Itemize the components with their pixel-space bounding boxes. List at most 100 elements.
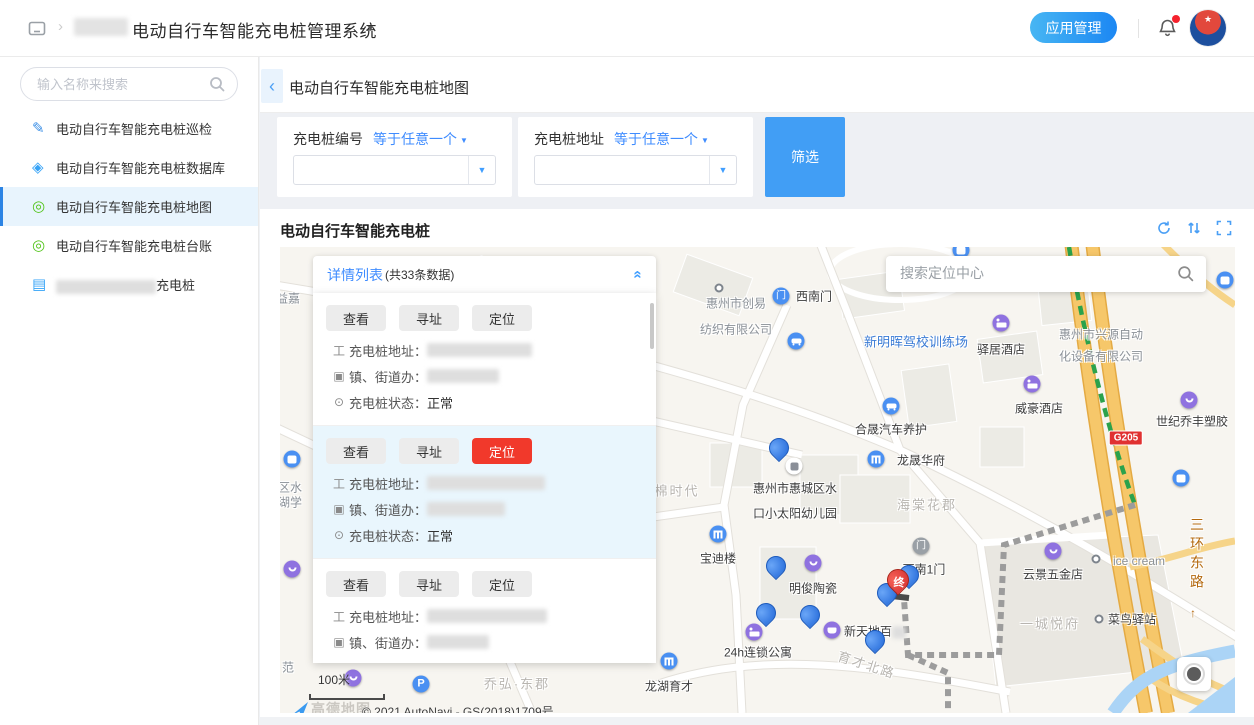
map-panel: 电动自行车智能充电桩 bbox=[260, 209, 1254, 717]
amap-logo: 高德地图 bbox=[292, 699, 371, 713]
avatar[interactable]: ★ bbox=[1190, 10, 1226, 46]
chevron-down-icon: ▼ bbox=[460, 136, 468, 145]
address-icon: 工 bbox=[331, 475, 347, 492]
panel-toolbar bbox=[1156, 220, 1232, 236]
chevron-left-icon: ‹ bbox=[269, 76, 275, 97]
map-label: ice cream bbox=[1113, 554, 1165, 568]
app-manage-button[interactable]: 应用管理 bbox=[1030, 12, 1117, 43]
filter-card-0: 充电桩编号等于任意一个▼▼ bbox=[277, 117, 512, 197]
map-poi-smile-icon bbox=[1181, 392, 1198, 409]
map-poi-dot-icon bbox=[1092, 555, 1101, 564]
detail-list-count: (共33条数据) bbox=[385, 266, 454, 283]
redacted-text bbox=[56, 280, 156, 294]
map-poi-car-icon bbox=[883, 398, 900, 415]
sidebar-menu: ✎电动自行车智能充电桩巡检◈电动自行车智能充电桩数据库◎电动自行车智能充电桩地图… bbox=[0, 109, 258, 304]
map-label: 乔弘·东郡 bbox=[484, 674, 550, 693]
bell-icon[interactable] bbox=[1157, 17, 1179, 39]
collapse-icon[interactable]: « bbox=[630, 270, 645, 278]
map[interactable]: 门门P益嘉惠州市创易纺织有限公司西南门新明晖驾校训练场驿居酒店惠州市兴源自动化设… bbox=[280, 247, 1235, 713]
item-button[interactable]: 查看 bbox=[326, 438, 386, 464]
sidebar: ✎电动自行车智能充电桩巡检◈电动自行车智能充电桩数据库◎电动自行车智能充电桩地图… bbox=[0, 57, 259, 725]
map-label: 云景五金店 bbox=[1023, 566, 1083, 583]
chevron-down-icon[interactable]: ▼ bbox=[468, 156, 495, 184]
item-button[interactable]: 查看 bbox=[326, 571, 386, 597]
row-label: 充电桩状态： bbox=[349, 393, 427, 412]
detail-list-panel: 详情列表 (共33条数据) « 查看寻址定位工充电桩地址：▣镇、街道办：⊙充电桩… bbox=[313, 256, 656, 663]
refresh-icon[interactable] bbox=[1156, 220, 1172, 236]
detail-row: 工充电桩地址： bbox=[326, 603, 656, 629]
row-value: 正常 bbox=[427, 393, 453, 412]
chevron-down-icon[interactable]: ▼ bbox=[366, 23, 375, 33]
map-label: 湖学 bbox=[280, 494, 302, 511]
map-panel-header: 电动自行车智能充电桩 bbox=[260, 209, 1254, 247]
top-bar: › 电动自行车智能充电桩管理系统 ▼ 应用管理 ★ bbox=[0, 0, 1254, 57]
filter-submit-button[interactable]: 筛选 bbox=[765, 117, 845, 197]
back-button[interactable]: ‹ bbox=[261, 69, 283, 103]
row-label: 镇、街道办： bbox=[349, 500, 427, 519]
sidebar-item-1[interactable]: ◈电动自行车智能充电桩数据库 bbox=[0, 148, 258, 187]
redacted-text bbox=[892, 626, 906, 638]
map-poi-bag-icon bbox=[786, 458, 803, 475]
item-button[interactable]: 寻址 bbox=[399, 438, 459, 464]
item-button[interactable]: 寻址 bbox=[399, 305, 459, 331]
row-label: 充电桩地址： bbox=[349, 341, 427, 360]
item-button[interactable]: 寻址 bbox=[399, 571, 459, 597]
chevron-down-icon[interactable]: ▼ bbox=[709, 156, 736, 184]
sort-icon[interactable] bbox=[1186, 220, 1202, 236]
map-poi-dot-icon bbox=[1095, 615, 1104, 624]
sidebar-item-label: 充电桩 bbox=[56, 275, 195, 294]
search-icon[interactable] bbox=[209, 76, 225, 97]
redacted-value bbox=[427, 609, 547, 623]
map-label: 宝迪楼 bbox=[700, 550, 736, 567]
map-poi-car-icon bbox=[788, 333, 805, 350]
map-label: 新明晖驾校训练场 bbox=[864, 332, 968, 351]
filter-operator-dropdown[interactable]: 等于任意一个▼ bbox=[373, 131, 468, 147]
map-label: 三环东路 bbox=[1187, 517, 1207, 593]
locate-button[interactable] bbox=[1177, 657, 1211, 691]
scrollbar-thumb[interactable] bbox=[650, 303, 654, 349]
detail-row: ▣镇、街道办： bbox=[326, 496, 656, 522]
redacted-value bbox=[427, 369, 499, 383]
item-button[interactable]: 查看 bbox=[326, 305, 386, 331]
detail-item-0: 查看寻址定位工充电桩地址：▣镇、街道办：⊙充电桩状态：正常 bbox=[313, 293, 656, 425]
search-icon[interactable] bbox=[1177, 265, 1194, 287]
map-label: 海棠花郡 bbox=[897, 495, 957, 514]
filter-label: 充电桩编号 bbox=[293, 131, 363, 147]
sidebar-item-2[interactable]: ◎电动自行车智能充电桩地图 bbox=[0, 187, 258, 226]
sidebar-item-0[interactable]: ✎电动自行车智能充电桩巡检 bbox=[0, 109, 258, 148]
map-poi-smile-icon bbox=[284, 561, 301, 578]
filter-operator-dropdown[interactable]: 等于任意一个▼ bbox=[614, 131, 709, 147]
map-label: 威豪酒店 bbox=[1015, 400, 1063, 417]
map-poi-p-icon: P bbox=[413, 676, 430, 693]
sidebar-item-4[interactable]: ▤充电桩 bbox=[0, 265, 258, 304]
breadcrumb-chevron: › bbox=[58, 18, 63, 35]
filter-value-combobox[interactable]: ▼ bbox=[293, 155, 496, 185]
redacted-logo bbox=[74, 18, 128, 36]
sidebar-item-label: 电动自行车智能充电桩巡检 bbox=[56, 119, 212, 138]
filter-value-combobox[interactable]: ▼ bbox=[534, 155, 737, 185]
map-scale-text: 100米 bbox=[318, 671, 350, 688]
detail-list-title: 详情列表 bbox=[327, 265, 383, 285]
row-label: 镇、街道办： bbox=[349, 367, 427, 386]
item-button[interactable]: 定位 bbox=[472, 571, 532, 597]
sidebar-item-3[interactable]: ◎电动自行车智能充电桩台账 bbox=[0, 226, 258, 265]
map-poi-cart-icon bbox=[824, 622, 841, 639]
chevron-down-icon: ▼ bbox=[701, 136, 709, 145]
address-icon: 工 bbox=[331, 342, 347, 359]
map-label: 棉时代 bbox=[654, 481, 699, 500]
map-poi-hotel-icon bbox=[746, 624, 763, 641]
map-label: 惠州市创易 bbox=[706, 295, 766, 312]
item-button[interactable]: 定位 bbox=[472, 305, 532, 331]
road-shield-g205: G205 bbox=[1109, 431, 1143, 446]
filter-bar: 充电桩编号等于任意一个▼▼充电桩地址等于任意一个▼▼ 筛选 bbox=[260, 113, 1254, 209]
detail-row: 工充电桩地址： bbox=[326, 337, 656, 363]
map-label: 菜鸟驿站 bbox=[1108, 611, 1156, 628]
window-icon[interactable] bbox=[28, 20, 46, 43]
sidebar-search-input[interactable] bbox=[37, 68, 205, 100]
item-button[interactable]: 定位 bbox=[472, 438, 532, 464]
fullscreen-icon[interactable] bbox=[1216, 220, 1232, 236]
map-label: 口小太阳幼儿园 bbox=[753, 505, 837, 522]
detail-list-body: 查看寻址定位工充电桩地址：▣镇、街道办：⊙充电桩状态：正常查看寻址定位工充电桩地… bbox=[313, 293, 656, 663]
map-search-input[interactable] bbox=[900, 257, 1160, 289]
map-label: 驿居酒店 bbox=[977, 341, 1025, 358]
